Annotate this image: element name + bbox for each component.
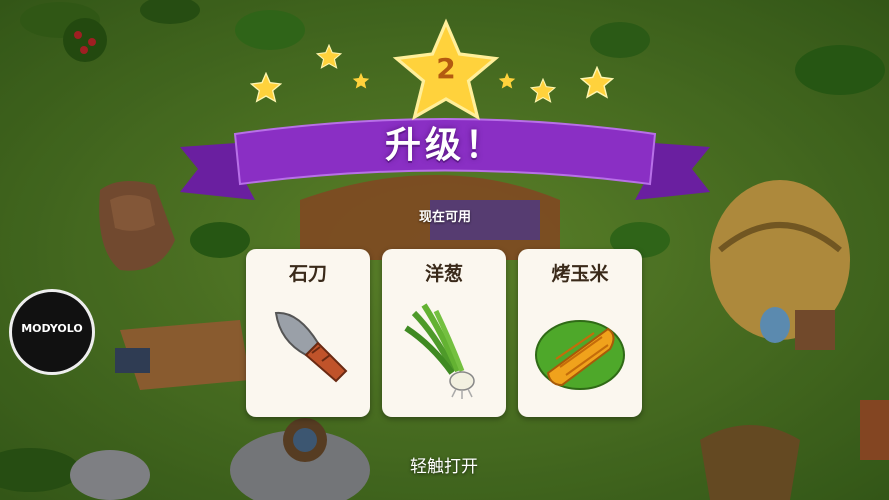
star-icon (580, 66, 614, 99)
star-icon (352, 72, 370, 89)
unlocks-subtitle: 现在可用 (418, 210, 471, 225)
unlock-card-stone-knife: 石刀 (246, 249, 370, 417)
watermark-text: MODYOLO (21, 322, 83, 335)
star-icon (498, 72, 516, 89)
unlock-card-onion: 洋葱 (382, 249, 506, 417)
stone-knife-icon (274, 311, 348, 383)
star-icon (250, 72, 282, 103)
level-up-title: 升级！ (384, 125, 505, 166)
unlock-card-label: 石刀 (288, 263, 327, 285)
level-number: 2 (436, 52, 456, 85)
roasted-corn-icon (535, 320, 625, 390)
onion-icon (404, 303, 475, 399)
unlock-card-label: 烤玉米 (551, 263, 609, 285)
star-icon (530, 78, 556, 103)
unlock-card-roasted-corn: 烤玉米 (518, 249, 642, 417)
unlock-card-label: 洋葱 (424, 263, 463, 285)
tap-to-open-hint[interactable]: 轻触打开 (384, 452, 504, 477)
star-icon (316, 44, 342, 69)
